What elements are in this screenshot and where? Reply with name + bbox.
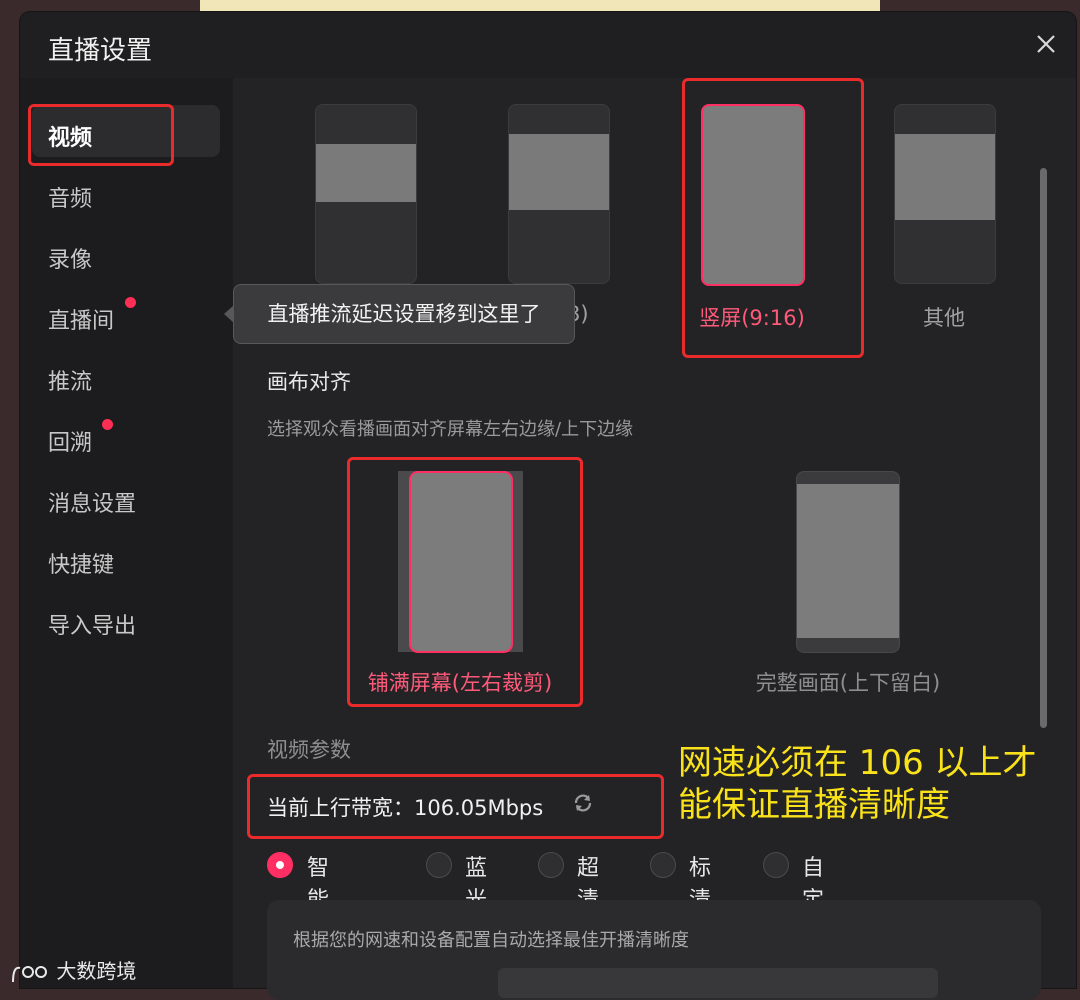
content-scrollbar[interactable] xyxy=(1040,168,1047,728)
sidebar-item-import-export[interactable]: 导入导出 xyxy=(48,608,136,640)
quality-radio-custom[interactable] xyxy=(763,852,789,878)
annotation-line-1: 网速必须在 106 以上才 xyxy=(678,743,1037,783)
highlight-box-video-tab xyxy=(28,104,174,166)
highlight-box-fill-screen xyxy=(347,457,583,707)
sidebar-item-stream[interactable]: 推流 xyxy=(48,364,92,396)
title-bar: 直播设置 xyxy=(20,12,1076,78)
sidebar-item-recording[interactable]: 录像 xyxy=(48,242,92,274)
quality-detail-field[interactable] xyxy=(498,968,938,998)
sidebar-item-live-room[interactable]: 直播间 xyxy=(48,303,114,335)
ratio-option-label-other: 其他 xyxy=(923,306,965,330)
dialog-title: 直播设置 xyxy=(48,36,153,66)
sidebar-item-replay[interactable]: 回溯 xyxy=(48,425,92,457)
canvas-align-title: 画布对齐 xyxy=(267,370,351,394)
quality-radio-bluray[interactable] xyxy=(426,852,452,878)
close-button[interactable] xyxy=(1030,28,1062,60)
watermark: 大数跨境 xyxy=(10,955,136,984)
ratio-option-card-other[interactable] xyxy=(894,104,996,284)
annotation-line-2: 能保证直播清晰度 xyxy=(678,785,950,825)
sidebar-item-audio[interactable]: 音频 xyxy=(48,181,92,213)
align-option-label-full: 完整画面(上下留白) xyxy=(755,671,941,695)
ratio-option-card-2[interactable] xyxy=(508,104,610,284)
ratio-option-card-1[interactable] xyxy=(315,104,417,284)
tooltip: 直播推流延迟设置移到这里了 xyxy=(233,284,575,344)
ratio-preview-fill xyxy=(316,144,416,202)
quality-radio-standard[interactable] xyxy=(650,852,676,878)
settings-sidebar: 视频 音频 录像 直播间 推流 回溯 消息设置 快捷键 导入导出 xyxy=(20,78,233,988)
sidebar-item-shortcuts[interactable]: 快捷键 xyxy=(48,547,114,579)
close-icon xyxy=(1037,35,1055,53)
sidebar-item-messages[interactable]: 消息设置 xyxy=(48,486,136,518)
ratio-preview-fill xyxy=(895,134,995,220)
align-option-full[interactable] xyxy=(796,471,900,653)
align-preview-full xyxy=(797,484,899,638)
annotation-text: 网速必须在 106 以上才 能保证直播清晰度 xyxy=(678,742,1037,826)
video-params-title: 视频参数 xyxy=(267,738,351,762)
highlight-box-bandwidth xyxy=(247,774,664,839)
ratio-preview-fill xyxy=(509,134,609,210)
highlight-box-portrait xyxy=(682,78,864,358)
quality-description: 根据您的网速和设备配置自动选择最佳开播清晰度 xyxy=(293,930,689,951)
canvas-align-description: 选择观众看播画面对齐屏幕左右边缘/上下边缘 xyxy=(267,419,634,440)
quality-radio-ultra[interactable] xyxy=(538,852,564,878)
quality-radio-smart[interactable] xyxy=(267,852,293,878)
live-room-badge xyxy=(125,297,136,308)
replay-badge xyxy=(102,419,113,430)
watermark-text: 大数跨境 xyxy=(56,959,137,983)
watermark-logo-icon xyxy=(12,965,47,982)
